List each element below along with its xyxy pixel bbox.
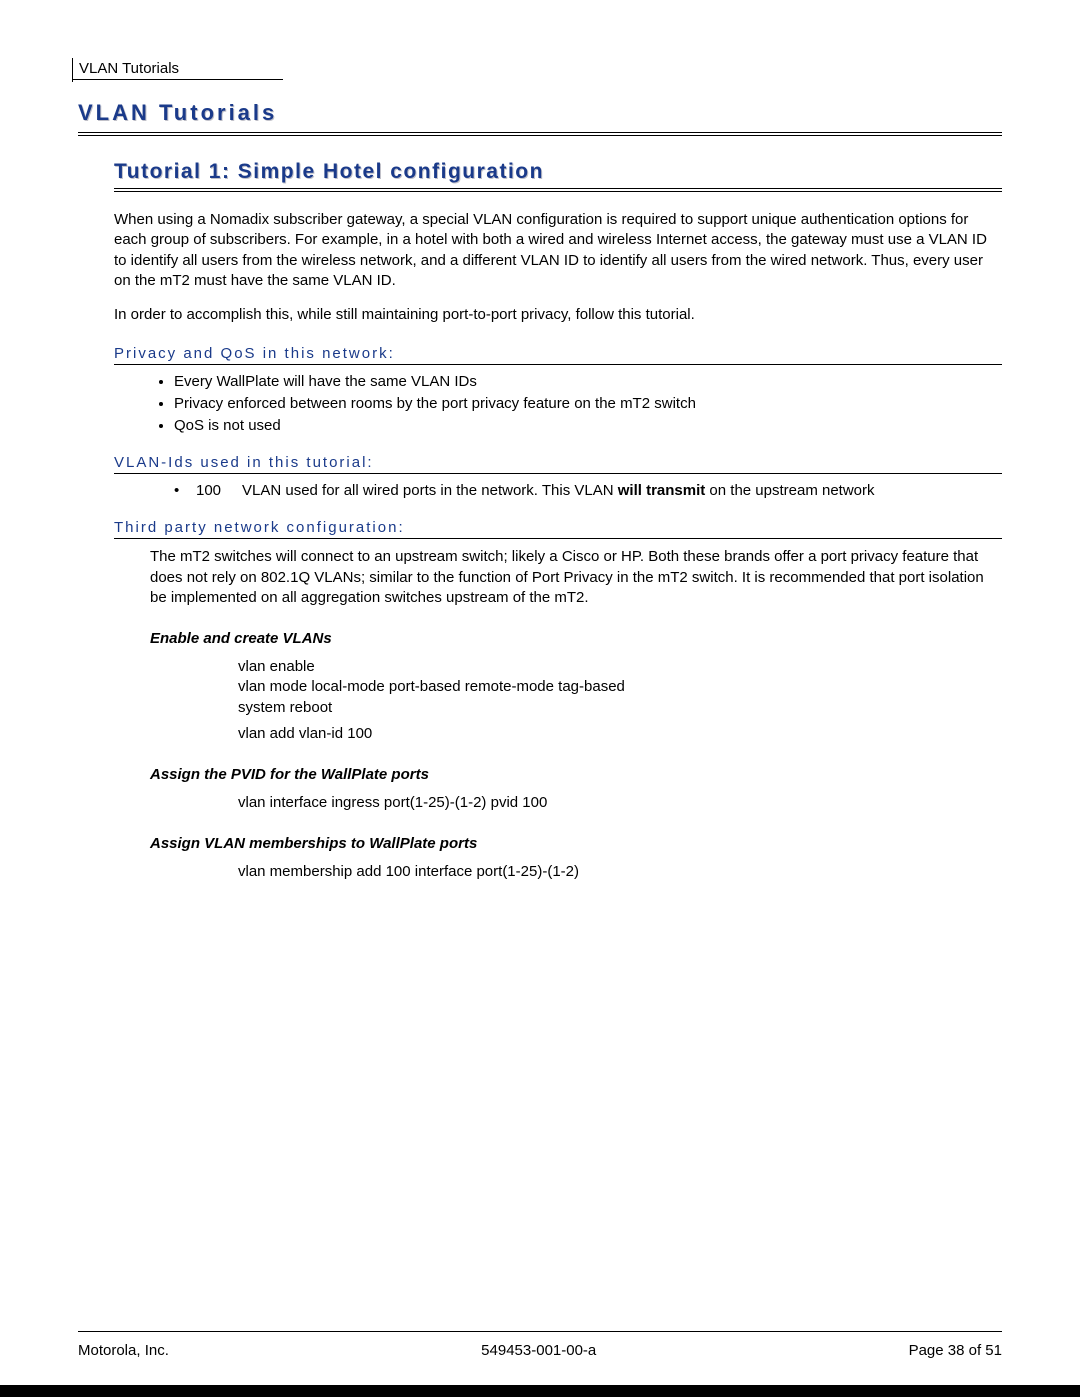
vlan-id-number: 100 [196, 482, 242, 499]
paragraph: The mT2 switches will connect to an upst… [150, 547, 992, 608]
bullet-dot: • [174, 482, 196, 499]
page-footer: Motorola, Inc. 549453-001-00-a Page 38 o… [78, 1331, 1002, 1359]
heading-level-2: Tutorial 1: Simple Hotel configuration [114, 160, 1002, 184]
heading-level-3: VLAN-Ids used in this tutorial: [114, 454, 1002, 471]
h3-underline [114, 473, 1002, 474]
document-page: VLAN Tutorials VLAN Tutorials Tutorial 1… [0, 0, 1080, 1397]
paragraph: In order to accomplish this, while still… [114, 305, 1002, 325]
footer-rule [78, 1331, 1002, 1332]
heading-level-3: Privacy and QoS in this network: [114, 345, 1002, 362]
code-block: vlan interface ingress port(1-25)-(1-2) … [238, 793, 1002, 813]
page-head-box: VLAN Tutorials [72, 58, 1002, 82]
vlan-id-row: • 100 VLAN used for all wired ports in t… [174, 482, 1002, 499]
text: on the upstream network [705, 482, 874, 499]
bottom-black-bar [0, 1385, 1080, 1397]
double-rule [78, 132, 1002, 136]
footer-center: 549453-001-00-a [481, 1342, 596, 1359]
code-block: vlan add vlan-id 100 [238, 724, 1002, 744]
bullet-list: Every WallPlate will have the same VLAN … [114, 373, 1002, 434]
step-heading: Enable and create VLANs [150, 630, 1002, 647]
header-underline [73, 79, 283, 80]
step-heading: Assign the PVID for the WallPlate ports [150, 766, 1002, 783]
list-item: Privacy enforced between rooms by the po… [174, 395, 1002, 412]
step-heading: Assign VLAN memberships to WallPlate por… [150, 835, 1002, 852]
footer-right: Page 38 of 51 [909, 1342, 1002, 1359]
text: VLAN used for all wired ports in the net… [242, 482, 618, 499]
heading-level-1: VLAN Tutorials [78, 100, 1002, 126]
vlan-id-desc: VLAN used for all wired ports in the net… [242, 482, 1002, 499]
list-item: Every WallPlate will have the same VLAN … [174, 373, 1002, 390]
paragraph: When using a Nomadix subscriber gateway,… [114, 210, 1002, 291]
footer-left: Motorola, Inc. [78, 1342, 169, 1359]
code-block: vlan enable vlan mode local-mode port-ba… [238, 657, 1002, 718]
text-bold: will transmit [618, 482, 706, 499]
intro-block: When using a Nomadix subscriber gateway,… [114, 210, 1002, 325]
h3-underline [114, 364, 1002, 365]
code-block: vlan membership add 100 interface port(1… [238, 862, 1002, 882]
double-rule [114, 188, 1002, 192]
heading-level-3: Third party network configuration: [114, 519, 1002, 536]
list-item: QoS is not used [174, 417, 1002, 434]
running-header: VLAN Tutorials [79, 60, 1002, 77]
h3-underline [114, 538, 1002, 539]
